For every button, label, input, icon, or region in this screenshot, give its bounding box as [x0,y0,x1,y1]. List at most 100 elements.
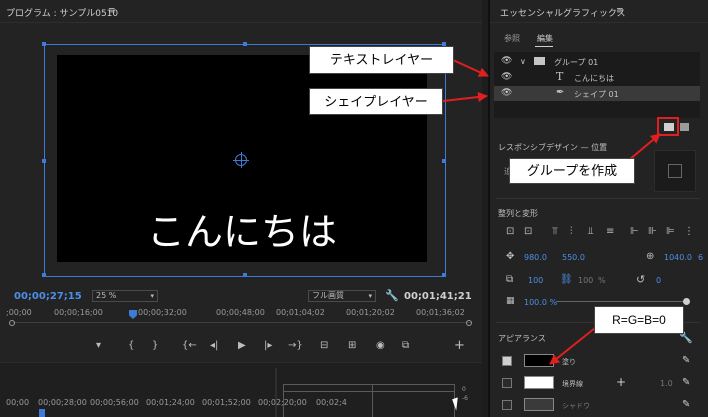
align-left-icon[interactable]: ⊩ [630,226,639,237]
eyedropper-icon[interactable]: ✎ [682,377,690,388]
align-vcenter-icon[interactable]: ⫶ [570,226,573,237]
anchor-y[interactable]: 6 [698,253,703,262]
transform-handle[interactable] [42,42,46,46]
layer-row-shape[interactable]: 👁 ✒ シェイプ 01 [494,86,700,101]
opacity-slider-knob[interactable] [683,298,690,305]
zoom-select[interactable]: 25 % ▾ [92,290,158,302]
ruler-label: 00;01;52;00 [202,398,251,407]
distribute-h-icon[interactable]: ⋮ [684,226,694,237]
layer-row-text[interactable]: 👁 T こんにちは [494,70,700,85]
current-timecode[interactable]: 00;00;27;15 [14,291,82,302]
transform-handle[interactable] [42,159,46,163]
callout-text-layer: テキストレイヤー [309,46,454,74]
eye-icon[interactable]: 👁 [501,72,512,82]
camera-icon[interactable]: ◉ [376,339,385,353]
play-icon[interactable]: ▶ [238,339,246,353]
scale-value[interactable]: 100 [528,276,543,285]
eyedropper-icon[interactable]: ✎ [682,399,690,410]
eye-icon[interactable]: 👁 [501,56,512,66]
stroke-color-swatch[interactable] [524,376,554,389]
appearance-fill-row: 塗り ✎ [490,353,708,371]
mark-out-icon[interactable]: } [152,339,158,353]
ruler-label: 00;01;24;00 [146,398,195,407]
pin-center[interactable] [668,164,682,178]
go-to-in-icon[interactable]: {← [182,339,197,353]
shadow-checkbox[interactable] [502,400,512,410]
active-tab-indicator [535,46,553,47]
zoom-scrollbar-handle[interactable] [9,320,15,326]
responsive-pin-control[interactable] [654,150,696,192]
position-x[interactable]: 980.0 [524,253,547,262]
align-right-icon[interactable]: ⊫ [666,226,675,237]
tab-edit[interactable]: 編集 [537,33,553,44]
step-forward-icon[interactable]: |▸ [264,339,272,353]
ruler-label: 00;00 [6,398,30,407]
transform-handle[interactable] [243,42,247,46]
time-ruler[interactable]: ;00;00 00;00;16;00 00;00;32;00 00;00;48;… [6,308,476,318]
stroke-width[interactable]: 1.0 [660,379,673,388]
video-canvas[interactable]: こんにちは [57,55,427,262]
rotation-value[interactable]: 0 [656,276,661,285]
align-to-selection-icon[interactable]: ⊡ [524,226,532,237]
align-to-video-icon[interactable]: ⊡ [506,226,514,237]
scale-height-value[interactable]: 100 [578,276,593,285]
transform-handle[interactable] [442,159,446,163]
timeline-playhead[interactable] [39,409,45,417]
folder-icon [534,57,545,65]
layer-list[interactable]: 👁 ∨ グループ 01 👁 T こんにちは 👁 ✒ シェイプ 01 [494,52,700,118]
tab-browse[interactable]: 参照 [504,33,520,44]
extract-icon[interactable]: ⊞ [348,339,356,353]
distribute-icon[interactable]: ≡ [606,226,614,237]
program-monitor-title[interactable]: プログラム : サンプル0510 [6,6,118,19]
fill-color-swatch[interactable] [524,354,554,367]
panel-splitter[interactable] [275,368,277,417]
add-stroke-icon[interactable]: + [616,375,626,389]
go-to-out-icon[interactable]: →} [288,339,303,353]
layer-row-group[interactable]: 👁 ∨ グループ 01 [494,54,700,69]
mark-in-icon[interactable]: { [128,339,134,353]
responsive-design-label: レスポンシブデザイン — 位置 [498,143,608,152]
link-icon[interactable]: ⛓ [560,274,573,285]
ruler-label: 00;01;04;02 [276,308,325,317]
opacity-slider[interactable] [556,301,686,302]
anchor-icon: ⊕ [646,251,655,262]
ruler-label: 00;00;48;00 [216,308,265,317]
eyedropper-icon[interactable]: ✎ [682,355,690,366]
layer-label: シェイプ 01 [574,90,619,99]
transform-handle[interactable] [42,273,46,277]
shadow-color-swatch[interactable] [524,398,554,411]
position-y[interactable]: 550.0 [562,253,585,262]
lift-icon[interactable]: ⊟ [320,339,328,353]
meter-scale-label: 0 [462,386,466,393]
new-layer-icon[interactable] [680,123,689,131]
wrench-icon[interactable]: 🔧 [385,289,399,302]
add-marker-icon[interactable]: ▾ [96,339,101,353]
zoom-scrollbar-handle[interactable] [466,320,472,326]
anchor-x[interactable]: 1040.0 [664,253,692,262]
opacity-value[interactable]: 100.0 % [524,298,557,307]
transform-handle[interactable] [243,273,247,277]
chevron-down-icon[interactable]: ∨ [520,57,526,66]
eye-icon[interactable]: 👁 [501,88,512,98]
compare-view-icon[interactable]: ⧉ [402,339,409,353]
stroke-checkbox[interactable] [502,378,512,388]
video-title-text[interactable]: こんにちは [57,201,427,256]
fill-checkbox[interactable] [502,356,512,366]
align-transform-label: 整列と変形 [498,209,538,218]
panel-menu-icon[interactable]: ≡ [108,6,116,16]
zoom-scrollbar[interactable] [12,322,472,323]
step-back-icon[interactable]: ◂| [210,339,218,353]
scale-icon: ⧉ [506,274,514,285]
align-top-icon[interactable]: ⫪ [552,226,558,237]
transform-handle[interactable] [442,273,446,277]
button-editor-icon[interactable]: + [454,339,465,353]
appearance-label: アピアランス [498,334,546,343]
quality-select[interactable]: フル画質 ▾ [308,290,376,302]
zoom-select-value: 25 % [96,291,117,300]
panel-menu-icon[interactable]: ≡ [616,6,624,16]
align-bottom-icon[interactable]: ⫫ [588,226,594,237]
callout-rgb: R=G=B=0 [594,306,684,334]
essential-graphics-title[interactable]: エッセンシャルグラフィックス [500,6,626,19]
align-hcenter-icon[interactable]: ⊪ [648,226,657,237]
anchor-point-icon[interactable] [233,152,249,168]
